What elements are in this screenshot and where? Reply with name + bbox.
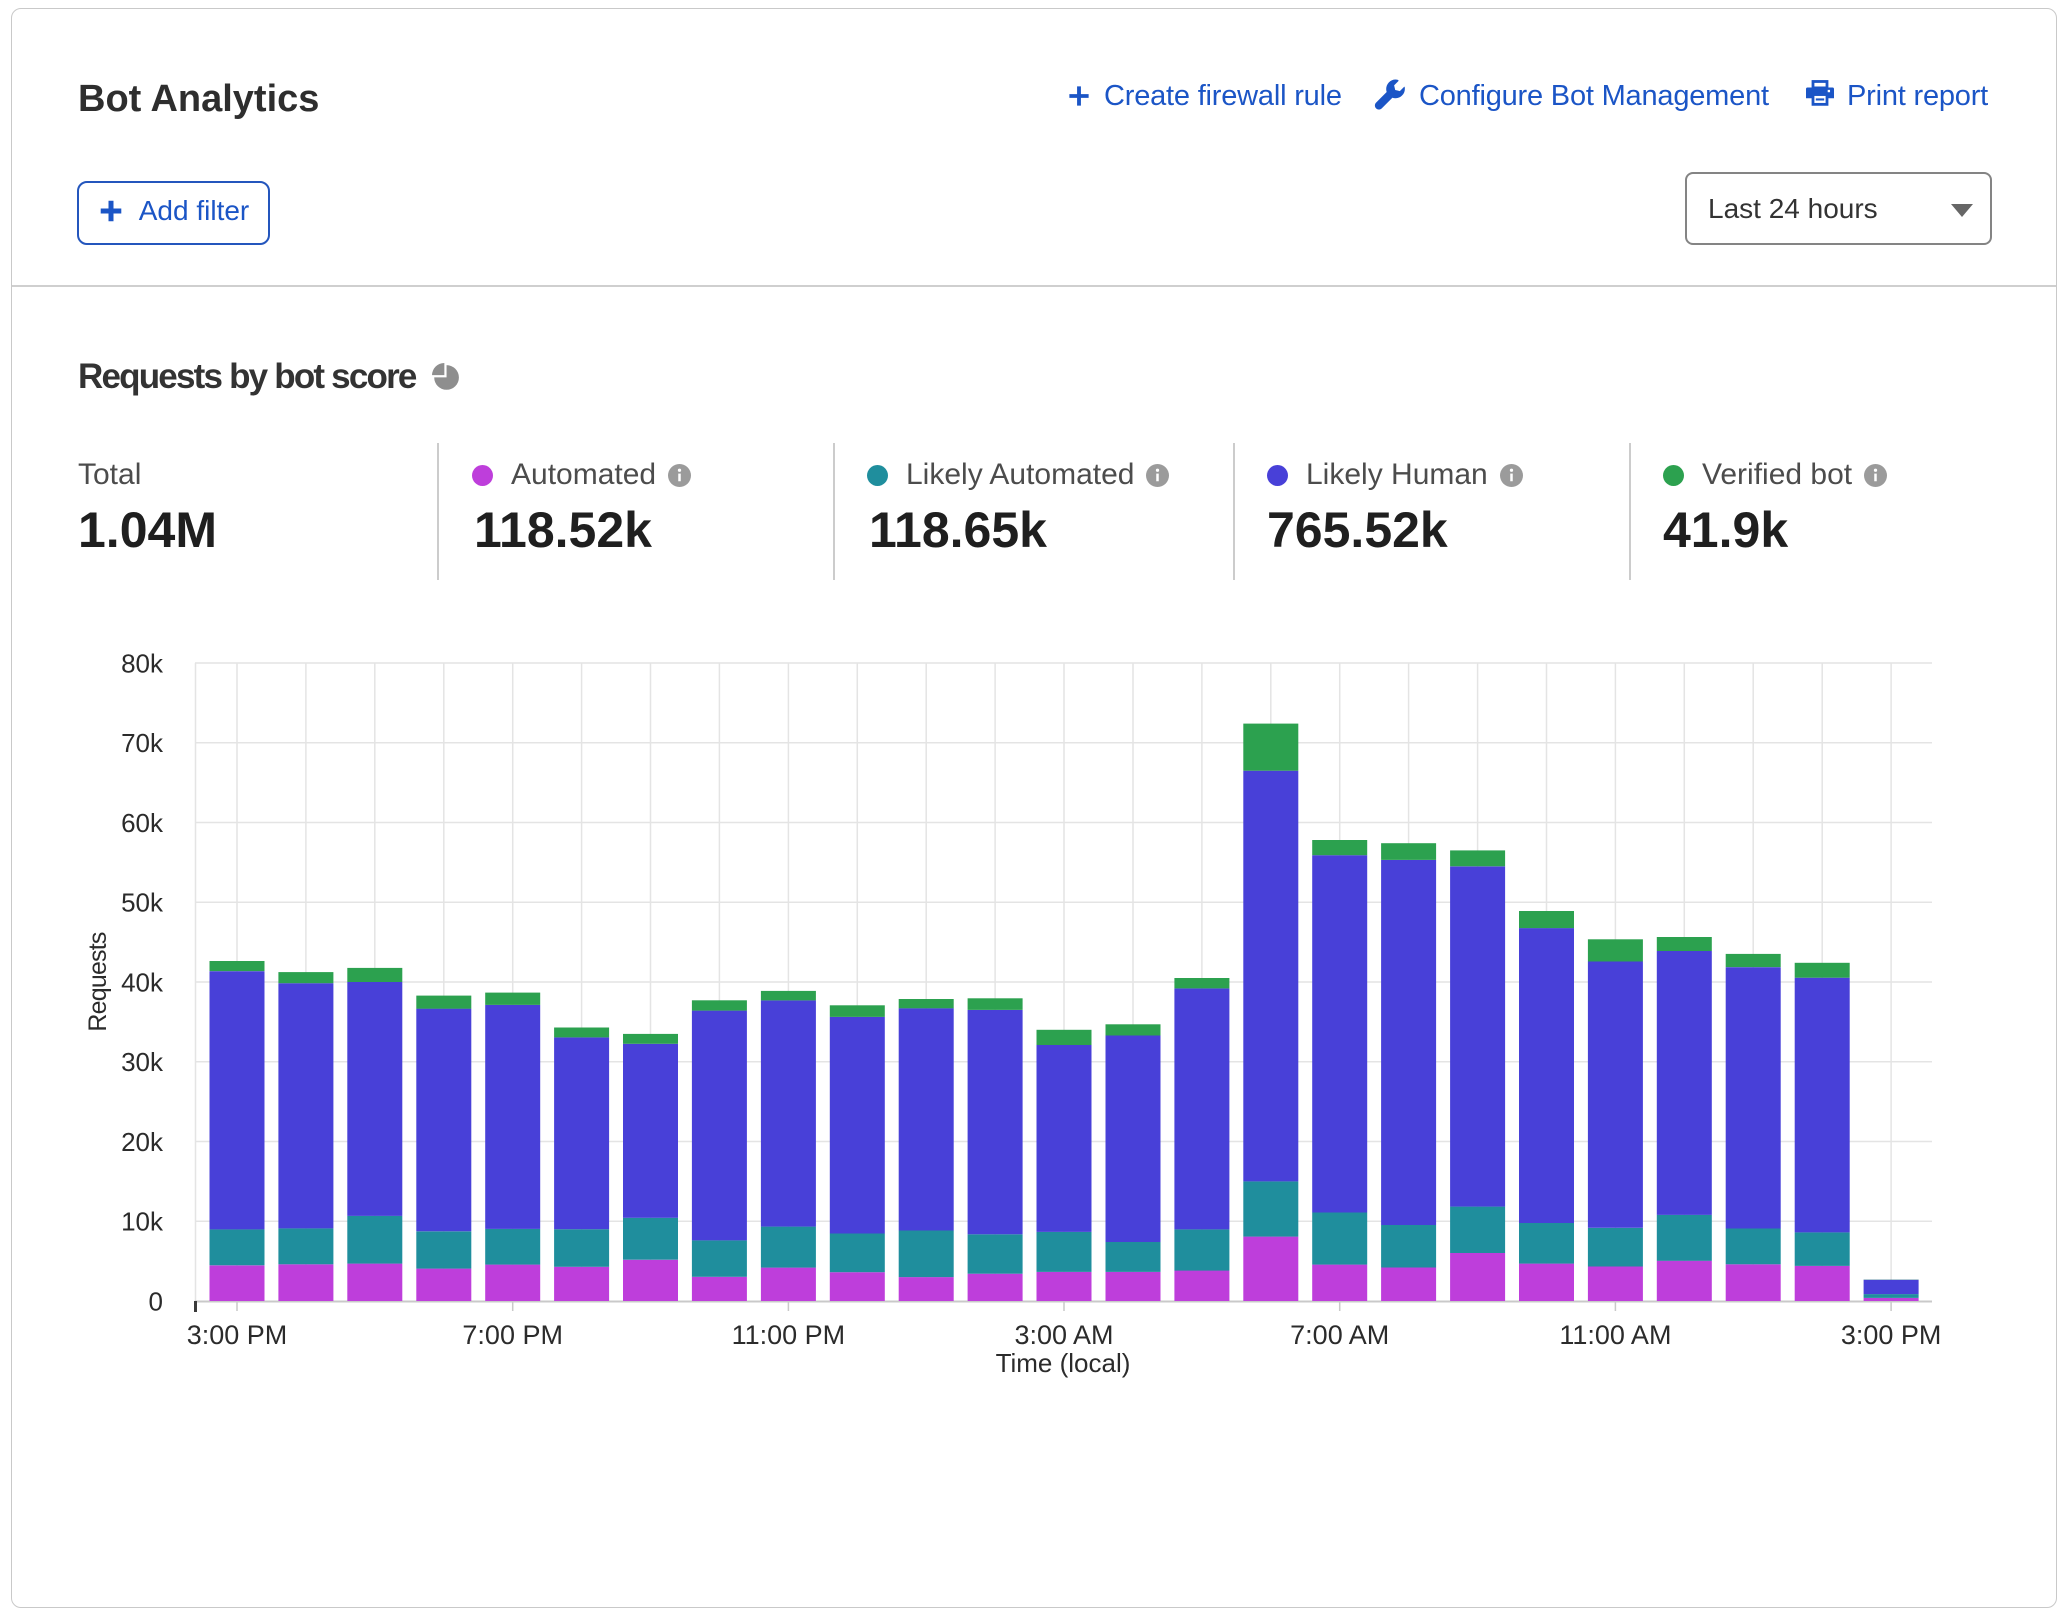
svg-text:20k: 20k (121, 1127, 164, 1157)
svg-text:7:00 PM: 7:00 PM (462, 1320, 563, 1350)
svg-text:11:00 PM: 11:00 PM (732, 1320, 846, 1350)
svg-text:3:00 AM: 3:00 AM (1014, 1320, 1113, 1350)
svg-text:50k: 50k (121, 888, 164, 918)
svg-text:0: 0 (149, 1286, 163, 1316)
svg-text:3:00 PM: 3:00 PM (1841, 1320, 1942, 1350)
svg-text:10k: 10k (121, 1207, 164, 1237)
svg-text:70k: 70k (121, 728, 164, 758)
svg-text:Time (local): Time (local) (996, 1348, 1131, 1378)
svg-text:80k: 80k (121, 648, 164, 678)
svg-text:60k: 60k (121, 808, 164, 838)
svg-text:40k: 40k (121, 967, 164, 997)
svg-text:30k: 30k (121, 1047, 164, 1077)
svg-text:Requests: Requests (84, 932, 112, 1032)
svg-text:11:00 AM: 11:00 AM (1559, 1320, 1671, 1350)
svg-text:7:00 AM: 7:00 AM (1290, 1320, 1389, 1350)
svg-text:3:00 PM: 3:00 PM (187, 1320, 288, 1350)
